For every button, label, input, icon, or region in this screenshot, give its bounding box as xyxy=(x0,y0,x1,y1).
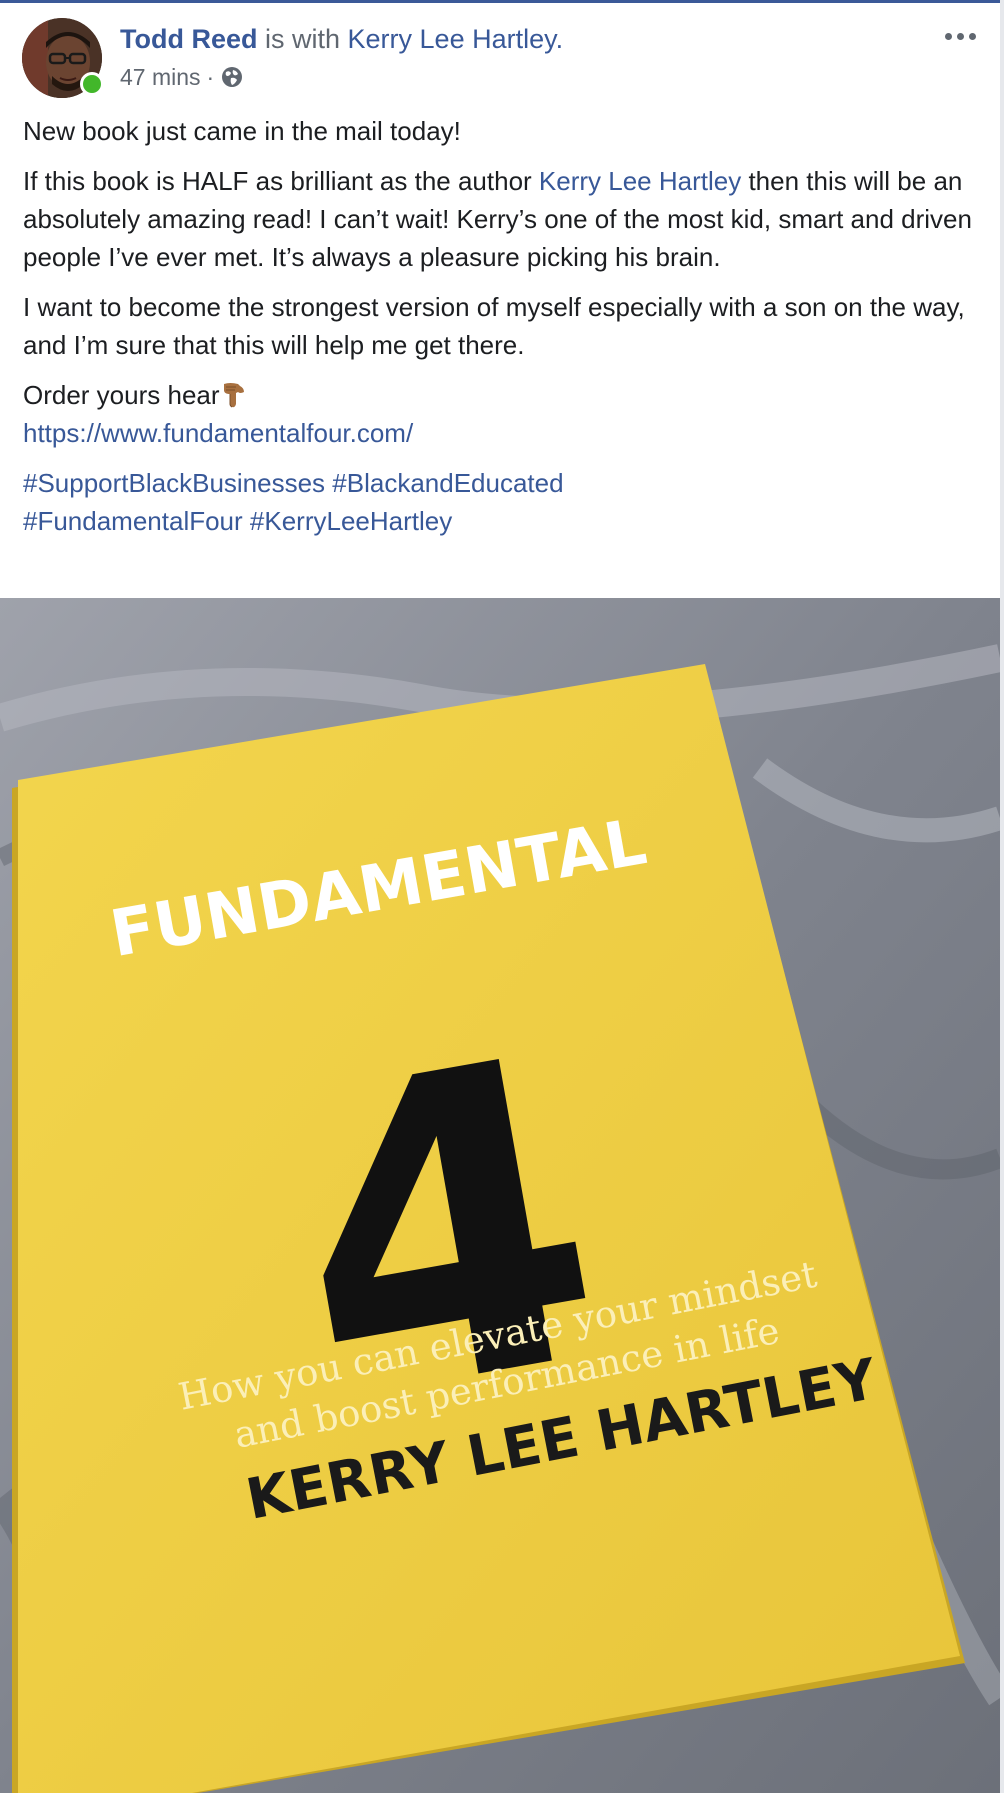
post-paragraph-3: I want to become the strongest version o… xyxy=(23,292,965,360)
hashtag-link[interactable]: #BlackandEducated xyxy=(332,468,563,498)
hashtag-link[interactable]: #KerryLeeHartley xyxy=(250,506,452,536)
scrollbar-track[interactable] xyxy=(1000,0,1004,1793)
post-meta: 47 mins · xyxy=(120,62,244,92)
online-status-indicator xyxy=(80,72,104,96)
tagged-user-link[interactable]: Kerry Lee Hartley. xyxy=(348,24,564,54)
post-paragraph-1: New book just came in the mail today! xyxy=(23,116,461,146)
hashtag-link[interactable]: #SupportBlackBusinesses xyxy=(23,468,325,498)
hashtags: #SupportBlackBusinesses #BlackandEducate… xyxy=(23,464,983,540)
author-name-link[interactable]: Todd Reed xyxy=(120,24,258,54)
post-body: New book just came in the mail today! If… xyxy=(23,112,983,552)
globe-icon[interactable] xyxy=(220,65,244,89)
with-text: is with xyxy=(257,24,348,54)
hashtag-link[interactable]: #FundamentalFour xyxy=(23,506,243,536)
post-paragraph-4: Order yours hear https://www.fundamental… xyxy=(23,376,983,452)
post-paragraph-2: If this book is HALF as brilliant as the… xyxy=(23,166,972,272)
website-link[interactable]: https://www.fundamentalfour.com/ xyxy=(23,418,413,448)
post-timestamp[interactable]: 47 mins xyxy=(120,62,201,92)
meta-separator: · xyxy=(206,64,215,90)
post-photo[interactable]: FUNDAMENTAL 4 How you can elevate your m… xyxy=(0,598,1000,1793)
author-mention-link[interactable]: Kerry Lee Hartley xyxy=(539,166,741,196)
post-author-line: Todd Reed is with Kerry Lee Hartley. xyxy=(120,22,563,56)
more-options-button[interactable] xyxy=(938,22,982,50)
pointing-down-emoji xyxy=(220,380,250,410)
ellipsis-icon xyxy=(944,32,952,40)
top-border xyxy=(0,0,1004,3)
post-header: Todd Reed is with Kerry Lee Hartley. 47 … xyxy=(22,18,982,98)
order-text: Order yours hear xyxy=(23,380,220,410)
avatar[interactable] xyxy=(22,18,104,98)
